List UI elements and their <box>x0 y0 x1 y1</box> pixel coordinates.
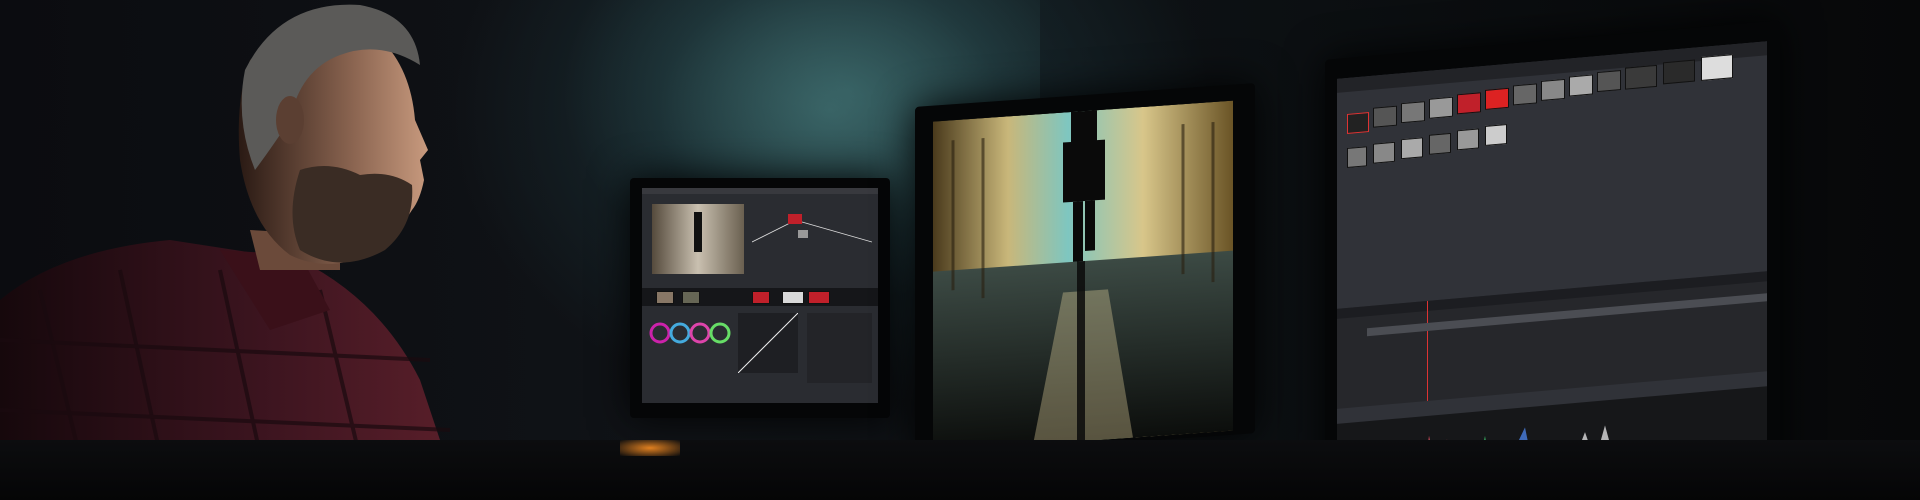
video-frame <box>933 100 1233 452</box>
color-wheels <box>649 322 731 344</box>
right-monitor <box>1325 20 1780 500</box>
left-viewer <box>652 204 744 274</box>
left-monitor <box>630 178 890 418</box>
desk <box>0 440 1920 500</box>
person <box>0 4 460 500</box>
timeline-panel <box>1337 271 1767 409</box>
clip-strip <box>642 288 878 306</box>
curves-panel <box>738 313 798 373</box>
node-graph <box>752 214 872 243</box>
right-screen <box>1337 41 1767 500</box>
inspector-panel <box>807 313 872 383</box>
control-panel-light <box>620 440 680 456</box>
center-monitor <box>915 83 1255 457</box>
left-screen <box>642 188 878 403</box>
photo-scene <box>0 0 1920 500</box>
center-screen <box>933 100 1233 452</box>
beard <box>292 166 413 263</box>
